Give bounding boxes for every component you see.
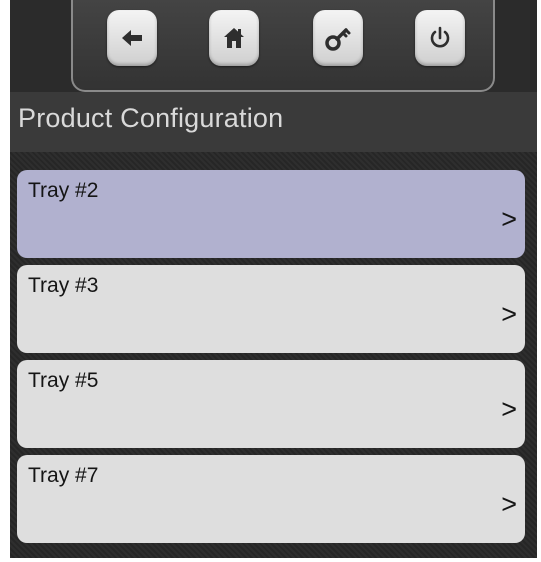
tray-label: Tray #5 [28, 369, 99, 392]
tray-label: Tray #7 [28, 464, 99, 487]
tray-row-5[interactable]: Tray #5 > [17, 360, 525, 448]
tray-row-2[interactable]: Tray #2 > [17, 170, 525, 258]
power-icon [430, 26, 450, 48]
arrow-left-icon [122, 30, 142, 46]
chevron-right-icon: > [501, 204, 517, 234]
key-button[interactable] [313, 10, 363, 66]
chevron-right-icon: > [501, 299, 517, 329]
home-button[interactable] [209, 10, 259, 66]
tray-row-7[interactable]: Tray #7 > [17, 455, 525, 543]
device-screen: Product Configuration Tray #2 > Tray #3 … [10, 0, 537, 558]
toolbar [71, 0, 495, 92]
page-title: Product Configuration [18, 103, 284, 133]
back-button[interactable] [107, 10, 157, 66]
chevron-right-icon: > [501, 394, 517, 424]
key-icon [325, 28, 351, 51]
tray-label: Tray #2 [28, 179, 99, 202]
tray-label: Tray #3 [28, 274, 99, 297]
tray-row-3[interactable]: Tray #3 > [17, 265, 525, 353]
chevron-right-icon: > [501, 489, 517, 519]
home-icon [224, 28, 244, 48]
power-button[interactable] [415, 10, 465, 66]
tray-list: Tray #2 > Tray #3 > Tray #5 > Tray #7 > [10, 152, 537, 558]
